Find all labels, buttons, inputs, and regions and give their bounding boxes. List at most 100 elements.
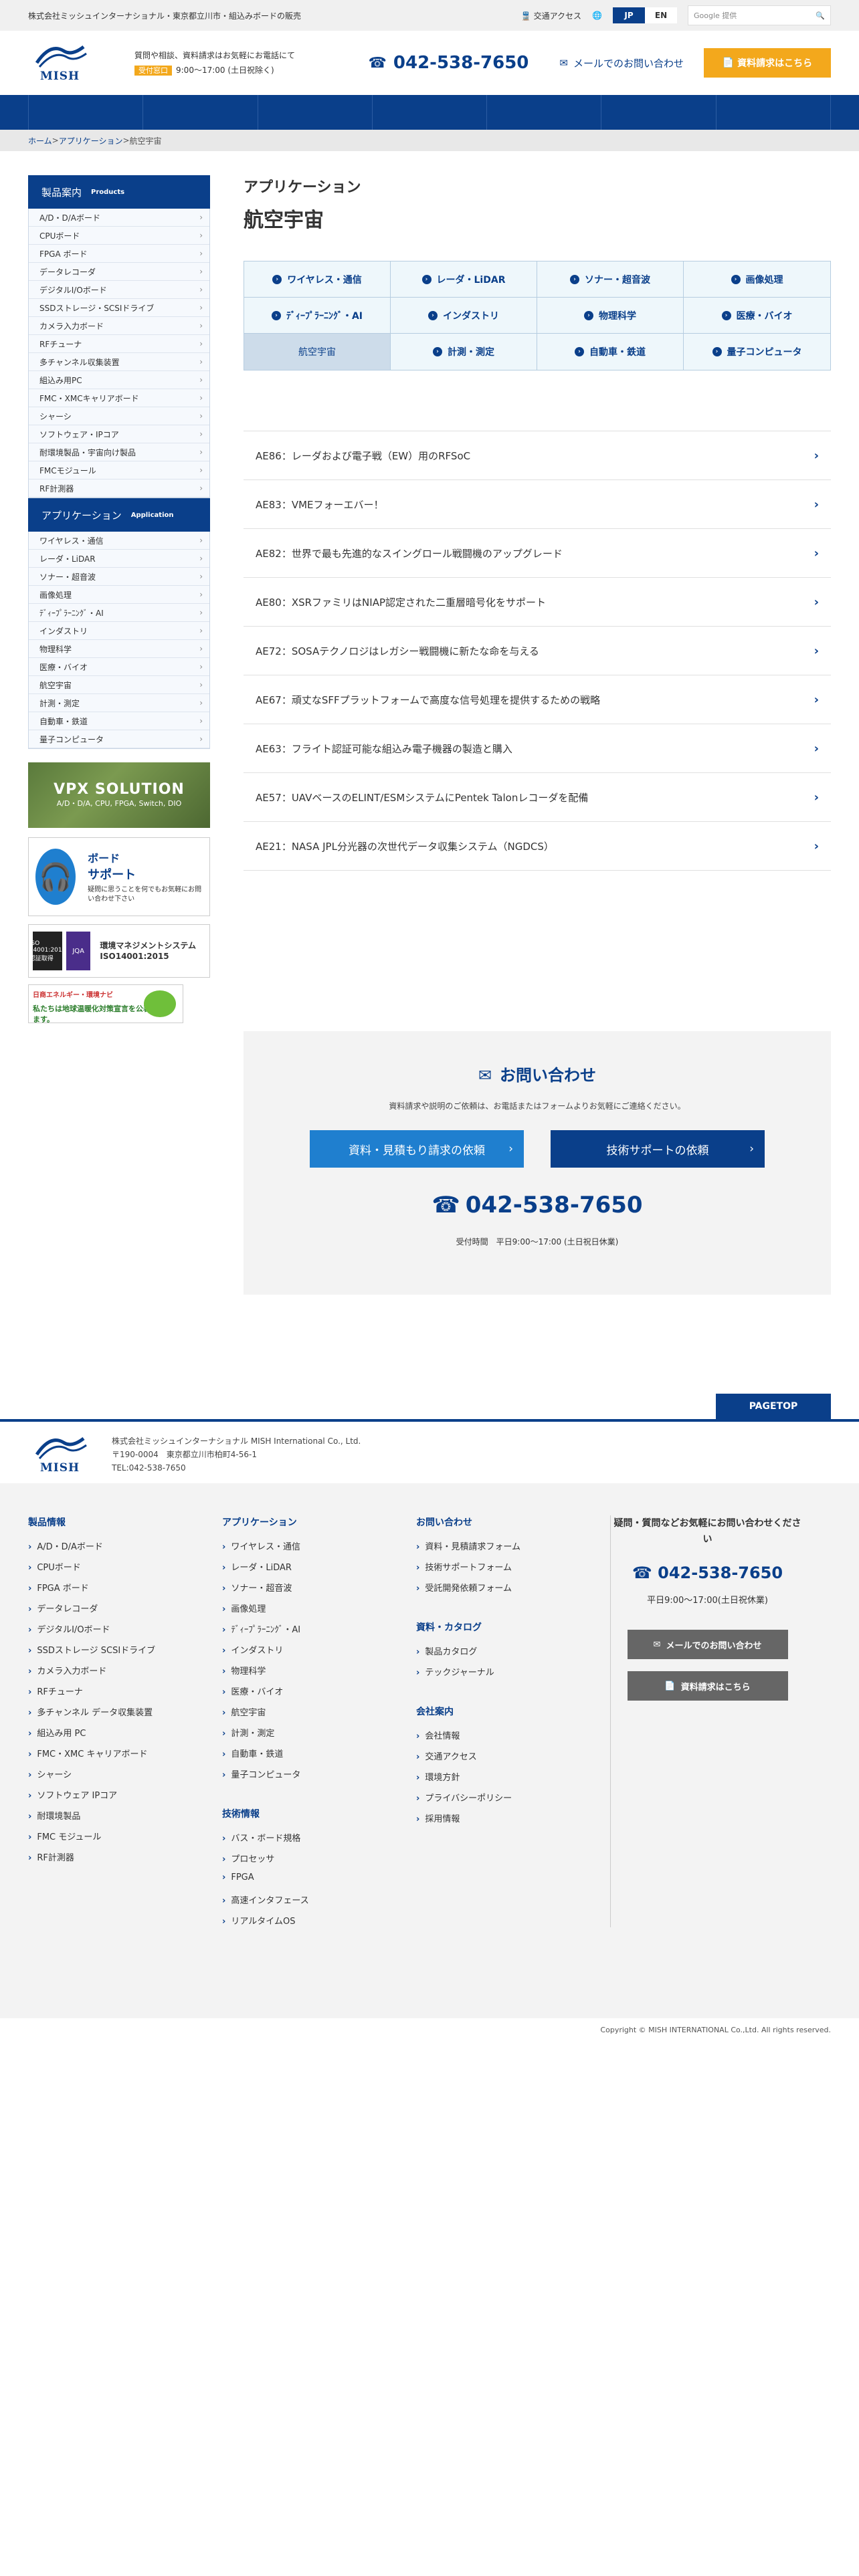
sidebar-item[interactable]: ﾃﾞｨｰﾌﾟﾗｰﾆﾝｸﾞ・AI › xyxy=(29,604,209,622)
category-link[interactable]: › ﾃﾞｨｰﾌﾟﾗｰﾆﾝｸﾞ・AI xyxy=(244,298,391,334)
nav-item[interactable] xyxy=(28,95,144,130)
footer-link[interactable]: バス・ボード規格 xyxy=(222,1831,416,1852)
sidebar-item[interactable]: 画像処理 › xyxy=(29,586,209,604)
footer-link[interactable]: RF計測器 xyxy=(28,1850,222,1871)
footer-link[interactable]: 技術サポートフォーム xyxy=(416,1560,610,1581)
sidebar-item[interactable]: シャーシ › xyxy=(29,407,209,425)
footer-link[interactable]: デジタルI/Oボード xyxy=(28,1622,222,1643)
iso-banner[interactable]: ISO 14001:2015 認証取得 JQA 環境マネジメントシステム ISO… xyxy=(28,924,210,978)
footer-logo[interactable]: MISH xyxy=(28,1434,92,1475)
footer-link[interactable]: ワイヤレス・通信 xyxy=(222,1539,416,1560)
footer-link[interactable]: 製品カタログ xyxy=(416,1644,610,1665)
contact-phone[interactable]: ☎ 042-538-7650 xyxy=(244,1192,831,1218)
footer-link[interactable]: インダストリ xyxy=(222,1643,416,1664)
footer-link[interactable]: データレコーダ xyxy=(28,1602,222,1622)
footer-link[interactable]: リアルタイムOS xyxy=(222,1914,416,1935)
category-link[interactable]: › ソナー・超音波 xyxy=(537,261,684,298)
article-link[interactable]: AE86：レーダおよび電子戦（EW）用のRFSoC › xyxy=(244,431,831,480)
sidebar-item[interactable]: 量子コンピュータ › xyxy=(29,730,209,748)
footer-link[interactable]: A/D・D/Aボード xyxy=(28,1539,222,1560)
category-link[interactable]: › 画像処理 xyxy=(684,261,830,298)
nav-item[interactable] xyxy=(717,95,831,130)
footer-link[interactable]: 交通アクセス xyxy=(416,1749,610,1770)
header-mail-link[interactable]: ✉ メールでのお問い合わせ xyxy=(559,56,684,70)
footer-link[interactable]: カメラ入力ボード xyxy=(28,1664,222,1685)
sidebar-item[interactable]: 自動車・鉄道 › xyxy=(29,712,209,730)
footer-link[interactable]: CPUボード xyxy=(28,1560,222,1581)
sidebar-item[interactable]: A/D・D/Aボード › xyxy=(29,209,209,227)
footer-link[interactable]: 航空宇宙 xyxy=(222,1705,416,1726)
footer-mail-button[interactable]: ✉ メールでのお問い合わせ xyxy=(627,1630,788,1659)
eco-banner[interactable]: 日商エネルギー・環境ナビ 私たちは地球温暖化対策宣言を公表しています。 xyxy=(28,984,183,1024)
search-icon[interactable]: 🔍 xyxy=(810,11,830,20)
sidebar-item[interactable]: 多チャンネル収集装置 › xyxy=(29,353,209,371)
sidebar-item[interactable]: FMC・XMCキャリアボード › xyxy=(29,389,209,407)
sidebar-item[interactable]: SSDストレージ・SCSIドライブ › xyxy=(29,299,209,317)
footer-link[interactable]: プロセッサ xyxy=(222,1852,416,1872)
lang-en-button[interactable]: EN xyxy=(645,7,677,23)
sidebar-item[interactable]: デジタルI/Oボード › xyxy=(29,281,209,299)
footer-link[interactable]: レーダ・LiDAR xyxy=(222,1560,416,1581)
footer-link[interactable]: 計測・測定 xyxy=(222,1726,416,1747)
nav-item[interactable] xyxy=(143,95,258,130)
sidebar-item[interactable]: CPUボード › xyxy=(29,227,209,245)
footer-link[interactable]: 資料・見積請求フォーム xyxy=(416,1539,610,1560)
footer-link[interactable]: FPGA ボード xyxy=(28,1581,222,1602)
support-banner[interactable]: 🎧 ボード サポート 疑問に思うことを何でもお気軽にお問い合わせ下さい xyxy=(28,837,210,916)
header-request-button[interactable]: 📄 資料請求はこちら xyxy=(704,48,831,78)
footer-link[interactable]: 受託開発依頼フォーム xyxy=(416,1581,610,1602)
nav-item[interactable] xyxy=(258,95,373,130)
category-link[interactable]: › 医療・バイオ xyxy=(684,298,830,334)
footer-link[interactable]: 医療・バイオ xyxy=(222,1685,416,1705)
sidebar-item[interactable]: 耐環境製品・宇宙向け製品 › xyxy=(29,443,209,461)
sidebar-item[interactable]: ソナー・超音波 › xyxy=(29,568,209,586)
footer-link[interactable]: 耐環境製品 xyxy=(28,1809,222,1830)
category-link[interactable]: › インダストリ xyxy=(391,298,537,334)
footer-link[interactable]: ソフトウェア IPコア xyxy=(28,1788,222,1809)
footer-link[interactable]: 多チャンネル データ収集装置 xyxy=(28,1705,222,1726)
nav-item[interactable] xyxy=(487,95,602,130)
search-input[interactable]: Google 提供 🔍 xyxy=(688,5,831,25)
sidebar-item[interactable]: 計測・測定 › xyxy=(29,694,209,712)
footer-link[interactable]: プライバシーポリシー xyxy=(416,1791,610,1812)
sidebar-item[interactable]: 航空宇宙 › xyxy=(29,676,209,694)
footer-link[interactable]: 物理科学 xyxy=(222,1664,416,1685)
footer-link[interactable]: RFチューナ xyxy=(28,1685,222,1705)
category-link[interactable]: › 自動車・鉄道 xyxy=(537,334,684,370)
footer-link[interactable]: FMC モジュール xyxy=(28,1830,222,1850)
footer-link[interactable]: SSDストレージ SCSIドライブ xyxy=(28,1643,222,1664)
sidebar-item[interactable]: ソフトウェア・IPコア › xyxy=(29,425,209,443)
article-link[interactable]: AE82：世界で最も先進的なスイングロール戦闘機のアップグレード › xyxy=(244,529,831,578)
footer-link[interactable]: 組込み用 PC xyxy=(28,1726,222,1747)
article-link[interactable]: AE57：UAVベースのELINT/ESMシステムにPentek Talonレコ… xyxy=(244,773,831,822)
category-link[interactable]: › 計測・測定 xyxy=(391,334,537,370)
tech-support-button[interactable]: 技術サポートの依頼 › xyxy=(551,1130,765,1168)
footer-link[interactable]: FMC・XMC キャリアボード xyxy=(28,1747,222,1767)
pagetop-button[interactable]: PAGETOP xyxy=(716,1394,831,1419)
footer-link[interactable]: 自動車・鉄道 xyxy=(222,1747,416,1767)
nav-item[interactable] xyxy=(373,95,488,130)
header-phone[interactable]: ☎ 042-538-7650 xyxy=(369,53,529,73)
article-link[interactable]: AE63：フライト認証可能な組込み電子機器の製造と購入 › xyxy=(244,724,831,773)
breadcrumb-app[interactable]: アプリケーション xyxy=(59,135,123,146)
sidebar-item[interactable]: FPGA ボード › xyxy=(29,245,209,263)
footer-link[interactable]: 会社情報 xyxy=(416,1729,610,1749)
article-link[interactable]: AE67：頑丈なSFFプラットフォームで高度な信号処理を提供するための戦略 › xyxy=(244,675,831,724)
sidebar-item[interactable]: RFチューナ › xyxy=(29,335,209,353)
footer-link[interactable]: ソナー・超音波 xyxy=(222,1581,416,1602)
breadcrumb-home[interactable]: ホーム xyxy=(28,135,52,146)
footer-link[interactable]: FPGA xyxy=(222,1872,416,1893)
footer-link[interactable]: 環境方針 xyxy=(416,1770,610,1791)
category-link[interactable]: › 量子コンピュータ xyxy=(684,334,830,370)
footer-link[interactable]: シャーシ xyxy=(28,1767,222,1788)
footer-link[interactable]: 高速インタフェース xyxy=(222,1893,416,1914)
category-link[interactable]: › 物理科学 xyxy=(537,298,684,334)
footer-link[interactable]: 量子コンピュータ xyxy=(222,1767,416,1788)
footer-phone[interactable]: ☎ 042-538-7650 xyxy=(611,1564,804,1582)
lang-jp-button[interactable]: JP xyxy=(613,7,645,23)
sidebar-item[interactable]: カメラ入力ボード › xyxy=(29,317,209,335)
category-link[interactable]: › レーダ・LiDAR xyxy=(391,261,537,298)
sidebar-item[interactable]: 物理科学 › xyxy=(29,640,209,658)
quote-request-button[interactable]: 資料・見積もり請求の依頼 › xyxy=(310,1130,524,1168)
sidebar-item[interactable]: 組込み用PC › xyxy=(29,371,209,389)
